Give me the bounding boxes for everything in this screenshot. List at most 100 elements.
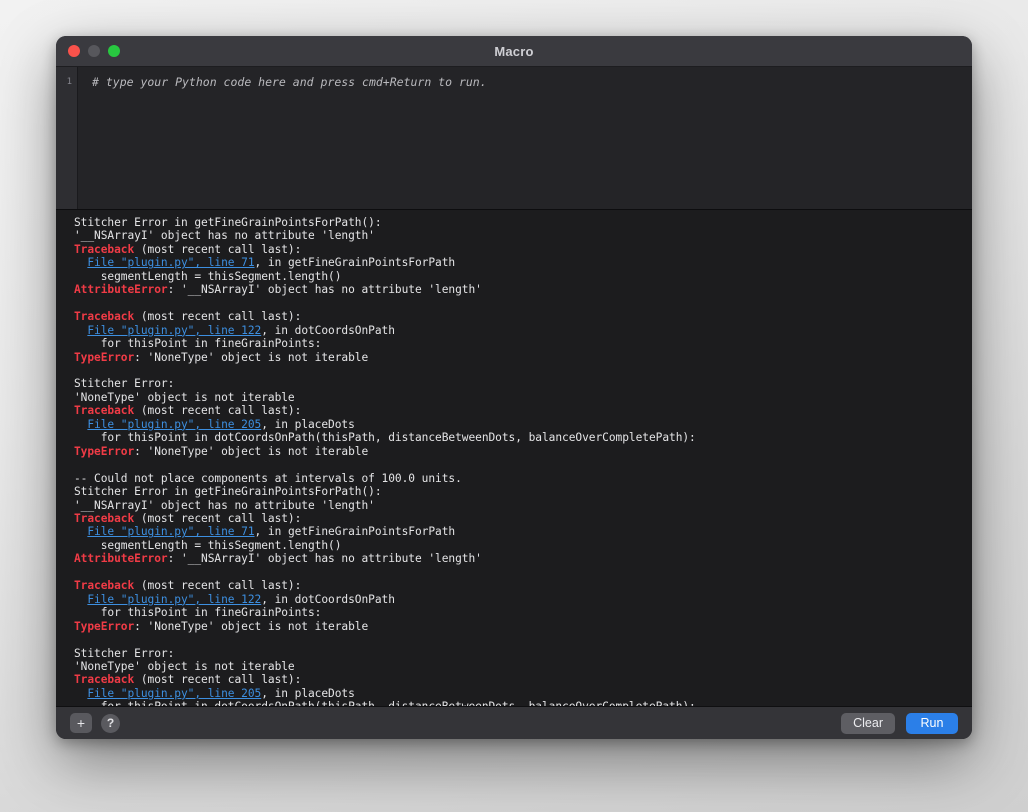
console-output-pane[interactable]: Stitcher Error in getFineGrainPointsForP… bbox=[56, 210, 972, 706]
console-text: 'NoneType' object is not iterable bbox=[74, 390, 295, 404]
console-text: Stitcher Error in getFineGrainPointsForP… bbox=[74, 216, 382, 229]
macro-window: Macro 1 # type your Python code here and… bbox=[56, 36, 972, 739]
console-line: for thisPoint in fineGrainPoints: bbox=[74, 337, 972, 350]
console-line: Traceback (most recent call last): bbox=[74, 512, 972, 525]
close-window-button[interactable] bbox=[68, 45, 80, 57]
toolbar-left-group: + ? bbox=[70, 713, 120, 733]
console-text: , in dotCoordsOnPath bbox=[261, 592, 395, 606]
help-button[interactable]: ? bbox=[101, 713, 120, 733]
console-line: Traceback (most recent call last): bbox=[74, 310, 972, 323]
console-line: 'NoneType' object is not iterable bbox=[74, 660, 972, 673]
console-line: File "plugin.py", line 71, in getFineGra… bbox=[74, 525, 972, 538]
console-text: 'NoneType' object is not iterable bbox=[74, 659, 295, 673]
console-file-link[interactable]: File "plugin.py", line 122 bbox=[87, 324, 261, 337]
console-text: for thisPoint in dotCoordsOnPath(thisPat… bbox=[74, 431, 696, 445]
console-line: TypeError: 'NoneType' object is not iter… bbox=[74, 620, 972, 633]
console-error-keyword: AttributeError bbox=[74, 283, 168, 297]
console-text: segmentLength = thisSegment.length() bbox=[74, 538, 342, 552]
console-text: for thisPoint in fineGrainPoints: bbox=[74, 337, 322, 351]
console-line: File "plugin.py", line 122, in dotCoords… bbox=[74, 593, 972, 606]
console-line: TypeError: 'NoneType' object is not iter… bbox=[74, 445, 972, 458]
console-line: segmentLength = thisSegment.length() bbox=[74, 270, 972, 283]
console-error-keyword: Traceback bbox=[74, 673, 135, 687]
console-error-keyword: TypeError bbox=[74, 444, 135, 458]
console-line: -- Could not place components at interva… bbox=[74, 472, 972, 485]
run-button[interactable]: Run bbox=[906, 712, 958, 734]
console-text: for thisPoint in dotCoordsOnPath(thisPat… bbox=[74, 700, 696, 706]
clear-button[interactable]: Clear bbox=[841, 712, 895, 734]
traffic-light-group bbox=[68, 45, 120, 57]
console-text: for thisPoint in fineGrainPoints: bbox=[74, 606, 322, 620]
console-text: : 'NoneType' object is not iterable bbox=[134, 444, 369, 458]
console-line: File "plugin.py", line 122, in dotCoords… bbox=[74, 324, 972, 337]
console-error-keyword: Traceback bbox=[74, 579, 135, 593]
console-text: , in getFineGrainPointsForPath bbox=[254, 525, 456, 539]
console-file-link[interactable]: File "plugin.py", line 71 bbox=[87, 525, 254, 538]
console-line: Traceback (most recent call last): bbox=[74, 579, 972, 592]
zoom-window-button[interactable] bbox=[108, 45, 120, 57]
bottom-toolbar: + ? Clear Run bbox=[56, 706, 972, 739]
console-text: (most recent call last): bbox=[134, 579, 302, 593]
minimize-window-button[interactable] bbox=[88, 45, 100, 57]
console-text: : 'NoneType' object is not iterable bbox=[134, 350, 369, 364]
console-error-keyword: Traceback bbox=[74, 404, 135, 418]
console-error-keyword: TypeError bbox=[74, 350, 135, 364]
console-line: 'NoneType' object is not iterable bbox=[74, 391, 972, 404]
console-text: , in placeDots bbox=[261, 417, 355, 431]
console-text: (most recent call last): bbox=[134, 310, 302, 324]
console-line: segmentLength = thisSegment.length() bbox=[74, 539, 972, 552]
console-line: for thisPoint in dotCoordsOnPath(thisPat… bbox=[74, 700, 972, 706]
console-text: (most recent call last): bbox=[134, 673, 302, 687]
console-error-keyword: Traceback bbox=[74, 242, 135, 256]
console-line: File "plugin.py", line 205, in placeDots bbox=[74, 687, 972, 700]
console-text: (most recent call last): bbox=[134, 404, 302, 418]
console-line: Traceback (most recent call last): bbox=[74, 404, 972, 417]
console-error-keyword: Traceback bbox=[74, 310, 135, 324]
console-text: , in placeDots bbox=[261, 686, 355, 700]
console-text: : '__NSArrayI' object has no attribute '… bbox=[167, 283, 482, 297]
window-title: Macro bbox=[494, 43, 534, 59]
console-line: AttributeError: '__NSArrayI' object has … bbox=[74, 552, 972, 565]
console-text: : '__NSArrayI' object has no attribute '… bbox=[167, 552, 482, 566]
console-file-link[interactable]: File "plugin.py", line 205 bbox=[87, 418, 261, 431]
console-file-link[interactable]: File "plugin.py", line 71 bbox=[87, 256, 254, 269]
editor-placeholder-text: # type your Python code here and press c… bbox=[92, 75, 487, 89]
console-text: , in dotCoordsOnPath bbox=[261, 323, 395, 337]
console-text: Stitcher Error: bbox=[74, 646, 175, 660]
code-input-area[interactable]: # type your Python code here and press c… bbox=[78, 67, 972, 209]
console-line: for thisPoint in dotCoordsOnPath(thisPat… bbox=[74, 431, 972, 444]
console-error-keyword: TypeError bbox=[74, 619, 135, 633]
line-number: 1 bbox=[66, 77, 72, 87]
window-titlebar[interactable]: Macro bbox=[56, 36, 972, 67]
console-line: TypeError: 'NoneType' object is not iter… bbox=[74, 351, 972, 364]
console-line: File "plugin.py", line 71, in getFineGra… bbox=[74, 256, 972, 269]
console-text: (most recent call last): bbox=[134, 242, 302, 256]
console-error-keyword: Traceback bbox=[74, 511, 135, 525]
code-editor-pane[interactable]: 1 # type your Python code here and press… bbox=[56, 67, 972, 210]
console-text: , in getFineGrainPointsForPath bbox=[254, 256, 456, 270]
console-line: Stitcher Error: bbox=[74, 647, 972, 660]
console-file-link[interactable]: File "plugin.py", line 205 bbox=[87, 687, 261, 700]
console-text: Stitcher Error in getFineGrainPointsForP… bbox=[74, 485, 382, 499]
console-line: for thisPoint in fineGrainPoints: bbox=[74, 606, 972, 619]
console-file-link[interactable]: File "plugin.py", line 122 bbox=[87, 593, 261, 606]
console-text: segmentLength = thisSegment.length() bbox=[74, 269, 342, 283]
console-line: Stitcher Error in getFineGrainPointsForP… bbox=[74, 485, 972, 498]
console-line: Traceback (most recent call last): bbox=[74, 673, 972, 686]
console-line: File "plugin.py", line 205, in placeDots bbox=[74, 418, 972, 431]
desktop-background: Macro 1 # type your Python code here and… bbox=[0, 0, 1028, 812]
console-text: : 'NoneType' object is not iterable bbox=[134, 619, 369, 633]
add-macro-button[interactable]: + bbox=[70, 713, 92, 733]
console-text: '__NSArrayI' object has no attribute 'le… bbox=[74, 498, 375, 512]
